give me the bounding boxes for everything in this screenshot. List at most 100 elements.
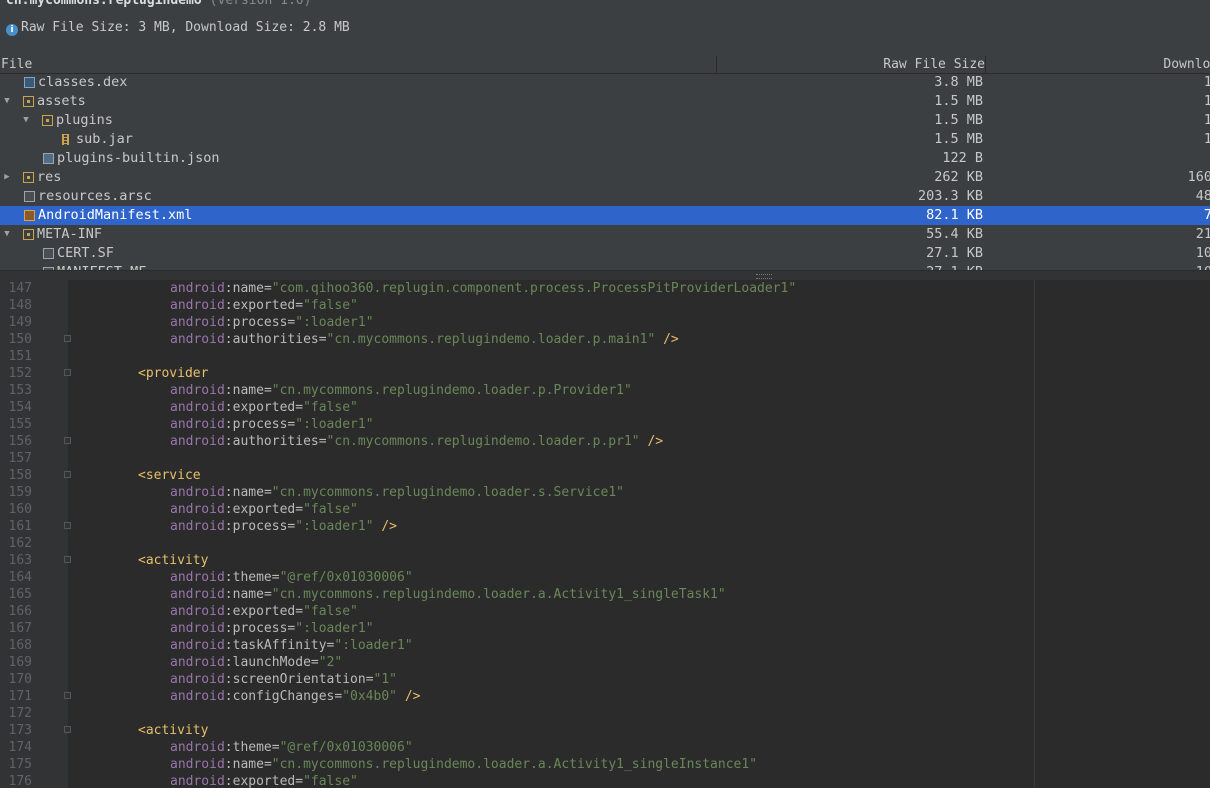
code-text: <activity <box>138 553 209 568</box>
code-line[interactable]: 167 android:process=":loader1" <box>0 620 1210 637</box>
code-text: android:name="com.qihoo360.replugin.comp… <box>170 281 797 296</box>
table-row[interactable]: ▼ plugins 1.5 MB 1 <box>0 111 1210 130</box>
code-line[interactable]: 166 android:exported="false" <box>0 603 1210 620</box>
download-size: 160 <box>1187 169 1210 185</box>
code-line[interactable]: 147 android:name="com.qihoo360.replugin.c… <box>0 280 1210 297</box>
table-row[interactable]: MANIFEST.MF 27.1 KB 10 <box>0 263 1210 270</box>
fold-marker-icon[interactable] <box>64 335 71 342</box>
expand-arrow-down-icon[interactable]: ▼ <box>2 225 12 244</box>
table-row[interactable]: classes.dex 3.8 MB 1 <box>0 73 1210 92</box>
file-name: AndroidManifest.xml <box>38 207 193 223</box>
code-line[interactable]: 162 <box>0 535 1210 552</box>
file-name: sub.jar <box>76 131 133 147</box>
download-size: 10 <box>990 263 1210 270</box>
code-line[interactable]: 163 <activity <box>0 552 1210 569</box>
code-text: android:exported="false" <box>170 604 358 619</box>
json-file-icon <box>43 153 54 164</box>
table-row[interactable]: sub.jar 1.5 MB 1 <box>0 130 1210 149</box>
code-line[interactable]: 154 android:exported="false" <box>0 399 1210 416</box>
raw-file-size: 1.5 MB <box>934 93 983 109</box>
code-line[interactable]: 160 android:exported="false" <box>0 501 1210 518</box>
column-header-raw-size[interactable]: Raw File Size <box>716 56 986 73</box>
download-size: 48 <box>1195 188 1210 204</box>
code-line[interactable]: 165 android:name="cn.mycommons.repluginde… <box>0 586 1210 603</box>
folder-icon <box>23 229 34 240</box>
folder-icon <box>23 172 34 183</box>
table-row[interactable]: AndroidManifest.xml 82.1 KB 7 <box>0 206 1210 225</box>
package-version: (version 1.0) <box>209 0 312 8</box>
table-row[interactable]: plugins-builtin.json 122 B <box>0 149 1210 168</box>
code-line[interactable]: 175 android:name="cn.mycommons.repluginde… <box>0 756 1210 773</box>
code-line[interactable]: 173 <activity <box>0 722 1210 739</box>
file-name: assets <box>37 93 86 109</box>
code-line[interactable]: 155 android:process=":loader1" <box>0 416 1210 433</box>
line-number: 150 <box>8 332 32 347</box>
table-row[interactable]: ▼ assets 1.5 MB 1 <box>0 92 1210 111</box>
fold-marker-icon[interactable] <box>64 369 71 376</box>
code-line[interactable]: 159 android:name="cn.mycommons.repluginde… <box>0 484 1210 501</box>
code-line[interactable]: 169 android:launchMode="2" <box>0 654 1210 671</box>
column-header-file[interactable]: File <box>1 56 32 73</box>
line-number: 175 <box>8 757 32 772</box>
code-line[interactable]: 157 <box>0 450 1210 467</box>
fold-marker-icon[interactable] <box>64 556 71 563</box>
code-line[interactable]: 156 android:authorities="cn.mycommons.rep… <box>0 433 1210 450</box>
fold-marker-icon[interactable] <box>64 522 71 529</box>
table-row[interactable]: ▼ META-INF 55.4 KB 21 <box>0 225 1210 244</box>
code-line[interactable]: 174 android:theme="@ref/0x01030006" <box>0 739 1210 756</box>
code-text: android:process=":loader1" <box>170 621 374 636</box>
file-tree-rows: classes.dex 3.8 MB 1 ▼ assets 1.5 MB 1 ▼ plugins… <box>0 73 1210 270</box>
table-row[interactable]: ▶ res 262 KB 160 <box>0 168 1210 187</box>
fold-marker-icon[interactable] <box>64 437 71 444</box>
expand-arrow-down-icon[interactable]: ▼ <box>2 92 12 111</box>
code-text: android:exported="false" <box>170 774 358 788</box>
file-name: resources.arsc <box>38 188 152 204</box>
code-text: android:authorities="cn.mycommons.replug… <box>170 332 679 347</box>
code-line[interactable]: 176 android:exported="false" <box>0 773 1210 788</box>
code-line[interactable]: 149 android:process=":loader1" <box>0 314 1210 331</box>
code-line[interactable]: 153 android:name="cn.mycommons.repluginde… <box>0 382 1210 399</box>
code-line[interactable]: 171 android:configChanges="0x4b0" /> <box>0 688 1210 705</box>
code-text: android:taskAffinity=":loader1" <box>170 638 413 653</box>
line-number: 160 <box>8 502 32 517</box>
code-line[interactable]: 170 android:screenOrientation="1" <box>0 671 1210 688</box>
code-line[interactable]: 151 <box>0 348 1210 365</box>
fold-marker-icon[interactable] <box>64 471 71 478</box>
expand-arrow-down-icon[interactable]: ▼ <box>21 111 31 130</box>
fold-marker-icon[interactable] <box>64 692 71 699</box>
raw-file-size: 55.4 KB <box>926 226 983 242</box>
file-tree-table: File Raw File Size Download classes.dex 3… <box>0 56 1210 270</box>
code-line[interactable]: 158 <service <box>0 467 1210 484</box>
code-line[interactable]: 172 <box>0 705 1210 722</box>
code-line[interactable]: 161 android:process=":loader1" /> <box>0 518 1210 535</box>
code-line[interactable]: 152 <provider <box>0 365 1210 382</box>
line-number: 173 <box>8 723 32 738</box>
code-text: android:name="cn.mycommons.replugindemo.… <box>170 757 758 772</box>
line-number: 159 <box>8 485 32 500</box>
table-row[interactable]: resources.arsc 203.3 KB 48 <box>0 187 1210 206</box>
line-number: 151 <box>8 349 32 364</box>
fold-marker-icon[interactable] <box>64 726 71 733</box>
code-text: android:process=":loader1" <box>170 315 374 330</box>
splitter-grip-icon[interactable] <box>756 274 772 279</box>
raw-file-size: 82.1 KB <box>926 207 983 223</box>
table-row[interactable]: CERT.SF 27.1 KB 10 <box>0 244 1210 263</box>
code-line[interactable]: 164 android:theme="@ref/0x01030006" <box>0 569 1210 586</box>
code-line[interactable]: 148 android:exported="false" <box>0 297 1210 314</box>
raw-file-size: 122 B <box>942 150 983 166</box>
table-header: File Raw File Size Download <box>0 56 1210 74</box>
expand-arrow-right-icon[interactable]: ▶ <box>2 168 12 187</box>
raw-file-size: 27.1 KB <box>926 245 983 261</box>
download-size: 10 <box>1195 245 1210 261</box>
code-line[interactable]: 168 android:taskAffinity=":loader1" <box>0 637 1210 654</box>
code-text: android:theme="@ref/0x01030006" <box>170 740 413 755</box>
code-text: <provider <box>138 366 209 381</box>
column-header-download-size[interactable]: Download <box>985 56 1210 73</box>
dex-file-icon <box>24 77 35 88</box>
code-text: android:exported="false" <box>170 502 358 517</box>
code-text: android:process=":loader1" /> <box>170 519 398 534</box>
code-line[interactable]: 150 android:authorities="cn.mycommons.rep… <box>0 331 1210 348</box>
code-text: <activity <box>138 723 209 738</box>
download-size: 1 <box>1203 131 1210 147</box>
manifest-editor[interactable]: 147 android:name="com.qihoo360.replugin.c… <box>0 280 1210 788</box>
